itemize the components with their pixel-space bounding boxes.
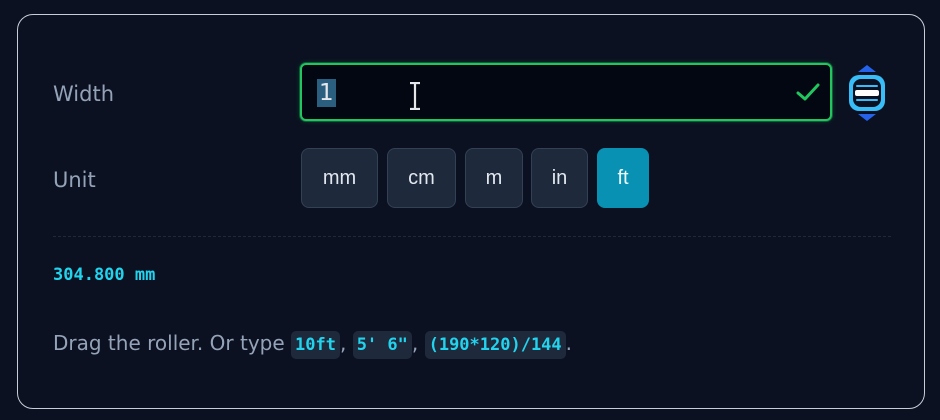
unit-button-ft[interactable]: ft	[597, 148, 649, 208]
help-text: Drag the roller. Or type 10ft, 5' 6", (1…	[53, 328, 572, 359]
text-cursor-icon	[410, 82, 420, 110]
example-code: 5' 6"	[352, 331, 412, 359]
check-icon	[796, 83, 820, 101]
unit-button-in[interactable]: in	[531, 148, 588, 208]
unit-button-m[interactable]: m	[465, 148, 523, 208]
example-code: (190*120)/144	[424, 331, 566, 359]
help-separator: ,	[339, 331, 353, 355]
help-prefix: Drag the roller. Or type	[53, 331, 292, 355]
width-label: Width	[53, 82, 115, 106]
result-readout: 304.800 mm	[53, 265, 156, 285]
roller-icon[interactable]	[847, 64, 887, 122]
unit-button-cm[interactable]: cm	[387, 148, 456, 208]
width-converter-card: Width 1 Unit mm cm m in ft 304.800 mm Dr…	[17, 14, 925, 409]
width-input-value[interactable]: 1	[317, 79, 336, 107]
unit-label: Unit	[53, 168, 96, 192]
unit-button-mm[interactable]: mm	[301, 148, 378, 208]
help-suffix: .	[565, 331, 573, 355]
example-code: 10ft	[291, 331, 340, 359]
width-input[interactable]: 1	[300, 63, 832, 121]
help-separator: ,	[411, 331, 425, 355]
divider	[53, 236, 891, 237]
